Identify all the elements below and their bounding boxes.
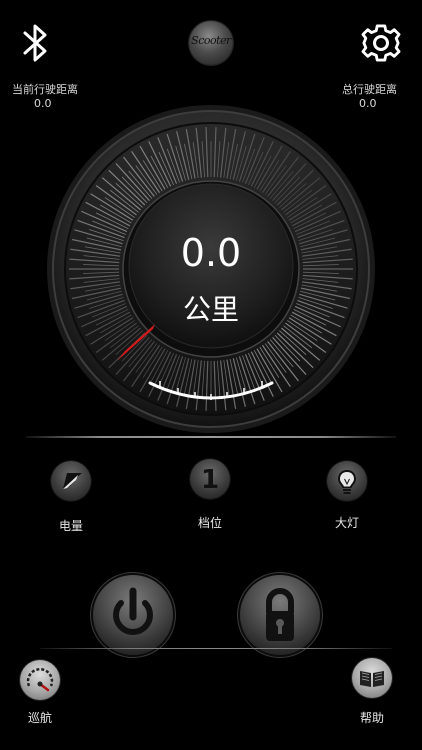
power-button[interactable] (93, 575, 173, 655)
battery-label: 电量 (58, 519, 83, 533)
help-label: 帮助 (359, 711, 384, 725)
headlight-label: 大灯 (334, 516, 359, 530)
lock-icon (266, 588, 294, 641)
current-distance-label: 当前行驶距离 (12, 83, 78, 96)
cruise-icon (26, 668, 54, 692)
gear-level-label: 档位 (197, 516, 222, 530)
gear-number-icon: 1 (200, 465, 220, 495)
cruise-button[interactable] (20, 660, 60, 700)
settings-button[interactable] (360, 22, 402, 64)
lock-button[interactable] (240, 575, 320, 655)
bluetooth-button[interactable] (18, 22, 56, 64)
help-button[interactable] (352, 658, 392, 698)
total-distance-label: 总行驶距离 (342, 83, 397, 96)
speed-unit: 公里 (182, 293, 239, 326)
divider (26, 436, 396, 438)
power-icon (113, 587, 153, 636)
headlight-button[interactable] (327, 461, 367, 501)
bottom-divider (40, 648, 392, 649)
gear-icon (361, 24, 401, 62)
battery-icon (63, 473, 82, 489)
bluetooth-icon (23, 24, 47, 62)
brand-logo: Scooter (189, 21, 233, 65)
gear-level-button[interactable]: 1 (190, 459, 230, 499)
book-icon (360, 671, 384, 687)
speed-value: 0.0 (180, 231, 242, 275)
bulb-icon (338, 470, 356, 494)
battery-button[interactable] (51, 461, 91, 501)
cruise-label: 巡航 (27, 711, 52, 725)
logo-text: Scooter (191, 34, 231, 47)
